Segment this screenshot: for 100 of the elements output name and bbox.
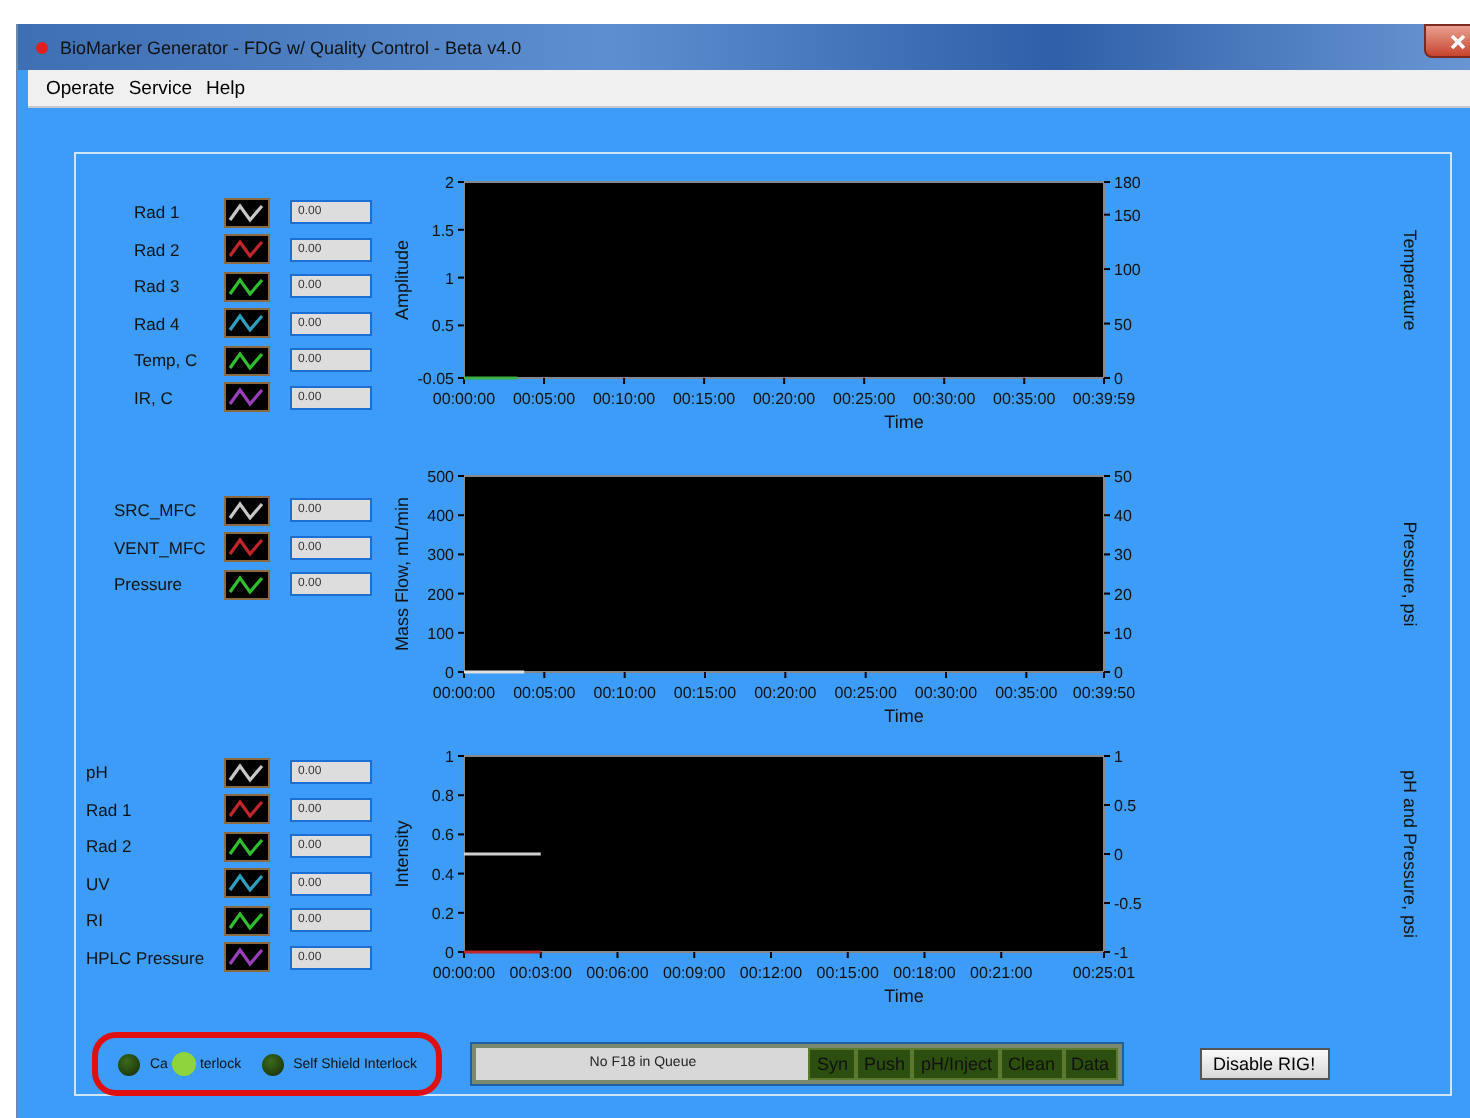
y-tick-label: 0.5 [431, 317, 456, 336]
x-axis-title: Time [884, 412, 924, 432]
line-style-icon[interactable] [224, 345, 270, 376]
disable-button[interactable]: Disable RIG! [1199, 1048, 1330, 1080]
x-tick-label: 00:30:00 [913, 390, 977, 408]
y2-tick-label: 180 [1114, 174, 1142, 192]
plot-name: Rad 2 [86, 836, 134, 857]
x-tick-label: 00:30:00 [914, 684, 979, 702]
line-style-icon[interactable] [224, 308, 270, 339]
y2-axis-title: Pressure, psi [1400, 521, 1420, 627]
y-tick-label: 0.6 [431, 826, 456, 845]
line-style-icon[interactable] [224, 831, 270, 862]
line-style-icon[interactable] [224, 868, 270, 899]
chart: 2 1.5 1 0.5 -0.05 180 150 100 50 0 00:00:00 00:05:00 00:10:00 00:15:00 00:20:00 00:25:00 00:30:00 00:35:00 00:39:59 Time Amplitude Temperature [380, 172, 1450, 466]
x-tick-label: 00:15:00 [673, 684, 738, 702]
x-tick-label: 00:25:00 [834, 684, 898, 702]
x-axis-title: Time [884, 986, 924, 1006]
x-tick-label: 00:09:00 [663, 964, 727, 982]
y2-tick-label: 100 [1114, 261, 1142, 280]
plot-name: Rad 1 [86, 799, 134, 820]
x-tick-label: 00:39:50 [1072, 684, 1137, 702]
y2-tick-label: -0.5 [1114, 895, 1143, 913]
x-tick-label: 00:03:00 [509, 964, 573, 982]
step-button[interactable]: Syn [808, 1048, 856, 1080]
plot-name: SRC_MFC [114, 500, 199, 521]
plot-name: RI [86, 910, 105, 931]
plot-name: IR, C [134, 387, 175, 408]
plot-name: Rad 1 [134, 202, 182, 223]
y2-tick-label: 40 [1114, 507, 1133, 526]
plot-name: VENT_MFC [114, 537, 208, 558]
line-style-icon[interactable] [224, 757, 270, 788]
y-axis-title: Amplitude [392, 239, 412, 321]
window-title: BioMarker Generator - FDG w/ Quality Control - Beta v4.0 [60, 37, 522, 57]
y-tick-label: 300 [427, 546, 456, 565]
y-axis-title: Intensity [392, 819, 412, 888]
y-tick-label: 100 [427, 624, 456, 643]
y-tick-label: 2 [445, 174, 456, 192]
y2-tick-label: 30 [1114, 546, 1133, 565]
x-tick-label: 00:39:59 [1072, 390, 1137, 408]
app-icon [36, 41, 48, 53]
plot-name: HPLC Pressure [86, 947, 207, 968]
y2-tick-label: -1 [1114, 944, 1130, 962]
step-button[interactable]: Push [855, 1048, 913, 1080]
plot-name: Temp, C [134, 350, 200, 371]
plot-name: Rad 3 [134, 276, 182, 297]
y2-tick-label: 50 [1114, 468, 1133, 486]
y2-tick-label: 10 [1114, 624, 1133, 643]
y-tick-label: 200 [427, 585, 456, 604]
y2-axis-title: pH and Pressure, psi [1400, 769, 1420, 939]
x-tick-label: 00:21:00 [970, 964, 1034, 982]
step-button[interactable]: Clean [1000, 1048, 1064, 1080]
plot-name: Rad 2 [134, 239, 182, 260]
y-tick-label: 0.4 [431, 865, 456, 884]
x-tick-label: 00:10:00 [592, 390, 657, 408]
line-style-icon[interactable] [224, 794, 270, 825]
x-tick-label: 00:15:00 [816, 964, 880, 982]
chart: 1 0.8 0.6 0.4 0.2 0 1 0.5 0 -0.5 -1 00:00:00 00:03:00 00:06:00 00:09:00 00:12:00 00:15:00 00:18:00 00:21:00 00:25:01 Time Intensity pH and Pressure, psi [380, 746, 1450, 1016]
x-tick-label: 00:05:00 [512, 390, 577, 408]
x-tick-label: 00:00:00 [432, 964, 497, 982]
line-style-icon[interactable] [224, 942, 270, 973]
y-tick-label: 500 [427, 468, 456, 486]
x-tick-label: 00:06:00 [586, 964, 650, 982]
y-tick-label: 1 [445, 748, 456, 766]
line-style-icon[interactable] [224, 234, 270, 265]
y-tick-label: 1 [445, 269, 456, 288]
line-style-icon[interactable] [224, 569, 270, 600]
x-tick-label: 00:12:00 [739, 964, 804, 982]
x-tick-label: 00:00:00 [432, 390, 497, 408]
menu-item[interactable]: Help [206, 77, 246, 99]
y-tick-label: 0 [445, 944, 456, 962]
x-tick-label: 00:20:00 [752, 390, 817, 408]
line-style-icon[interactable] [224, 905, 270, 936]
step-button[interactable]: Data [1063, 1048, 1118, 1080]
menu-item[interactable]: Service [128, 77, 193, 99]
x-tick-label: 00:00:00 [432, 684, 497, 702]
line-style-icon[interactable] [224, 271, 270, 302]
line-style-icon[interactable] [224, 382, 270, 413]
line-style-icon[interactable] [224, 532, 270, 563]
y-tick-label: 0 [445, 664, 456, 682]
y2-tick-label: 50 [1114, 315, 1133, 334]
plot-name: Pressure [114, 574, 185, 595]
step-button[interactable]: pH/Inject [912, 1048, 1001, 1080]
y2-tick-label: 1 [1114, 748, 1124, 766]
x-tick-label: 00:05:00 [513, 684, 577, 702]
plot-name: Rad 4 [134, 313, 182, 334]
x-tick-label: 00:25:00 [833, 390, 897, 408]
y-tick-label: -0.05 [417, 370, 456, 388]
y-tick-label: 0.8 [431, 787, 456, 806]
close-icon [1448, 33, 1468, 49]
x-tick-label: 00:35:00 [993, 390, 1057, 408]
y2-tick-label: 20 [1114, 585, 1133, 604]
y-tick-label: 400 [427, 507, 456, 526]
x-tick-label: 00:20:00 [754, 684, 818, 702]
y-tick-label: 1.5 [431, 221, 456, 240]
plot-name: UV [86, 873, 112, 894]
cursor-dot [171, 1052, 196, 1076]
line-style-icon[interactable] [224, 495, 270, 526]
line-style-icon[interactable] [224, 197, 270, 228]
menu-item[interactable]: Operate [46, 77, 115, 99]
x-axis-title: Time [884, 706, 924, 726]
